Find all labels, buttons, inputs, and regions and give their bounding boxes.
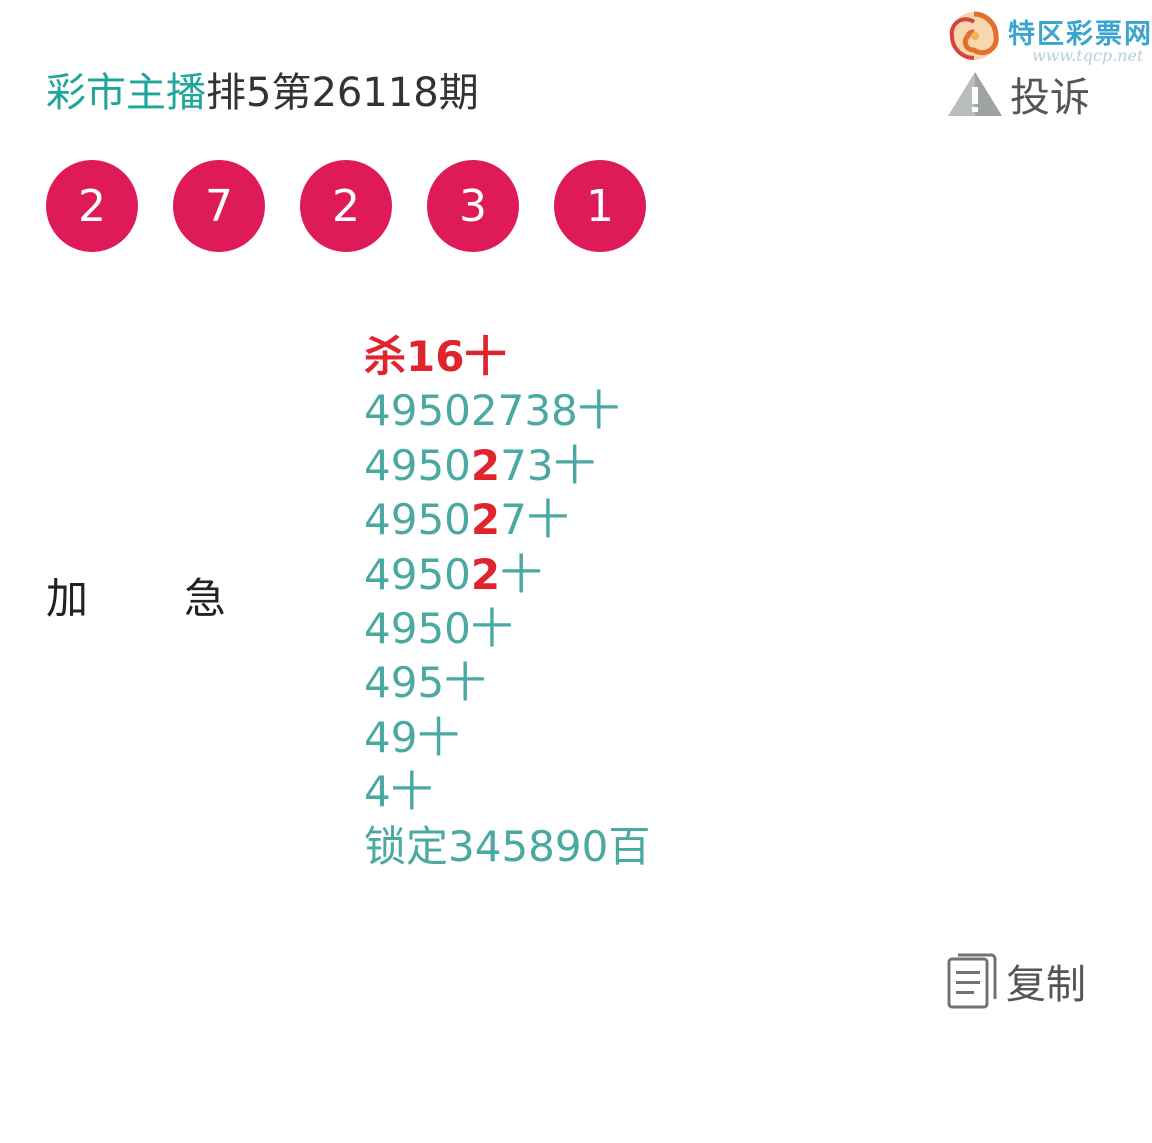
- content-line: 4950十: [364, 602, 650, 656]
- watermark-site-url: www.tqcp.net: [1032, 46, 1144, 65]
- number-ball: 2: [46, 160, 138, 252]
- copy-document-icon: [947, 953, 997, 1009]
- complain-button[interactable]: 投诉: [946, 68, 1090, 121]
- copy-label: 复制: [1006, 962, 1086, 1008]
- line-highlight-digit: 2: [470, 549, 501, 599]
- number-ball: 1: [554, 160, 646, 252]
- page-title: 彩市主播排5第26118期: [46, 66, 479, 120]
- content-line: 495十: [364, 656, 650, 710]
- side-label-add: 加: [46, 574, 89, 623]
- title-source-name: 彩市主播: [46, 70, 206, 116]
- line-text: 4十: [364, 767, 433, 817]
- line-text: 4950十: [364, 603, 513, 653]
- copy-button[interactable]: 复制: [946, 950, 1086, 1012]
- line-text-pre: 4950: [364, 495, 471, 545]
- complain-label: 投诉: [1010, 75, 1090, 121]
- title-issue-number: 排5第26118期: [206, 70, 479, 116]
- content-line: 4十: [364, 765, 650, 819]
- line-text-post: 73十: [500, 440, 596, 490]
- line-text: 杀16十: [364, 332, 507, 381]
- line-text-post: 十: [500, 549, 543, 599]
- line-text-pre: 4950: [364, 440, 471, 490]
- side-label-urgent: 急: [184, 574, 227, 623]
- content-line: 杀16十: [364, 330, 650, 384]
- line-text: 锁定345890百: [364, 821, 651, 871]
- content-line: 495027十: [364, 493, 650, 547]
- line-highlight-digit: 2: [470, 440, 501, 490]
- prediction-content: 杀16十 49502738十 4950273十 495027十 49502十 4…: [364, 330, 650, 874]
- site-watermark: 特区彩票网 www.tqcp.net: [948, 8, 1151, 68]
- number-ball: 7: [173, 160, 265, 252]
- content-line: 49502十: [364, 548, 650, 602]
- line-highlight-digit: 2: [470, 495, 501, 545]
- content-line: 锁定345890百: [364, 820, 650, 874]
- draw-number-balls: 2 7 2 3 1: [46, 160, 681, 252]
- swirl-logo-icon: [949, 11, 999, 60]
- content-line: 49502738十: [364, 384, 650, 438]
- number-ball: 2: [300, 160, 392, 252]
- line-text: 49502738十: [364, 386, 620, 436]
- lottery-post-page: 特区彩票网 www.tqcp.net 彩市主播排5第26118期 投诉 2 7 …: [0, 0, 1152, 1143]
- number-ball: 3: [427, 160, 519, 252]
- warning-icon: [948, 72, 1002, 116]
- content-line: 4950273十: [364, 439, 650, 493]
- line-text-pre: 4950: [364, 549, 471, 599]
- line-text: 495十: [364, 658, 487, 708]
- line-text-post: 7十: [500, 495, 569, 545]
- line-text: 49十: [364, 712, 460, 762]
- content-line: 49十: [364, 711, 650, 765]
